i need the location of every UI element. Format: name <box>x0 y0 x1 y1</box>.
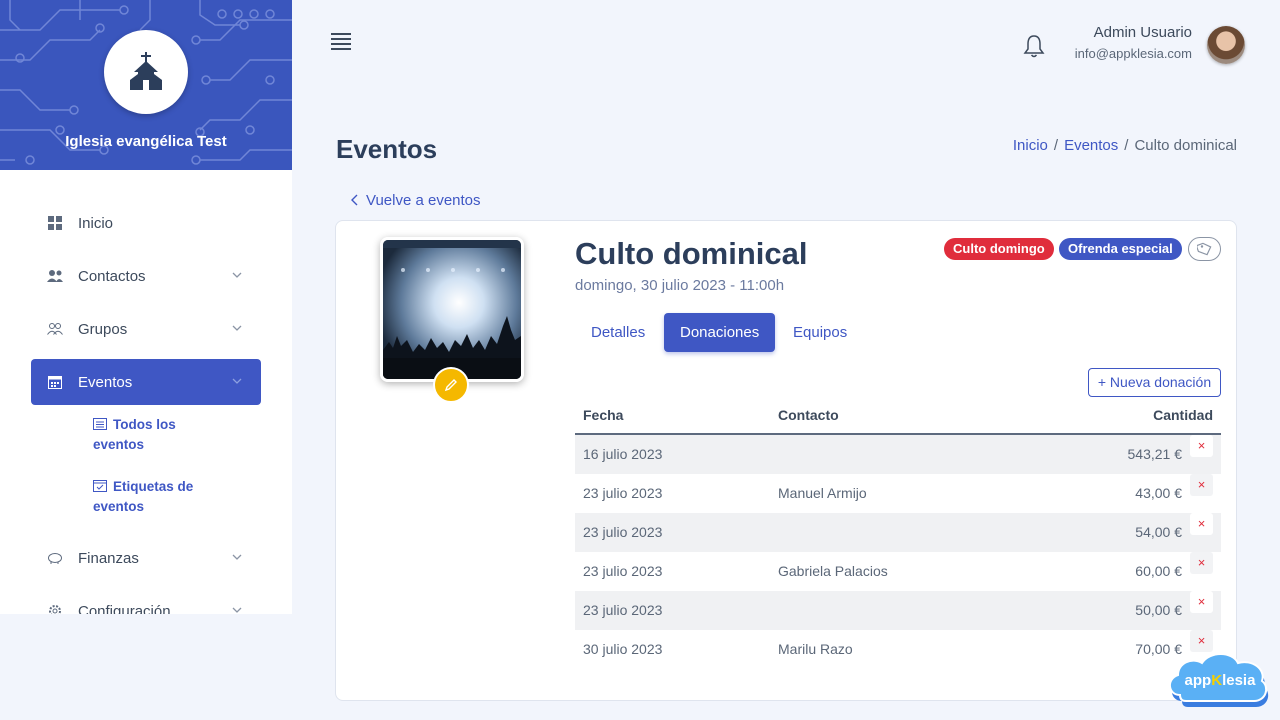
breadcrumb-inicio[interactable]: Inicio <box>1013 137 1048 154</box>
event-image <box>380 237 524 382</box>
church-icon <box>130 52 162 90</box>
piggy-bank-icon <box>47 550 63 566</box>
event-date: domingo, 30 julio 2023 - 11:00h <box>575 277 785 294</box>
group-icon <box>47 321 63 337</box>
delete-donation-button[interactable]: × <box>1190 552 1213 574</box>
table-row[interactable]: 23 julio 2023 50,00 € × <box>575 591 1221 630</box>
gear-icon <box>47 603 63 614</box>
header-fecha[interactable]: Fecha <box>583 396 623 435</box>
breadcrumb-current: Culto dominical <box>1134 137 1237 154</box>
user-email: info@appklesia.com <box>1074 46 1192 61</box>
breadcrumb: Inicio / Eventos / Culto dominical <box>1012 137 1237 154</box>
sidebar-item-label: Contactos <box>78 267 146 285</box>
tag-ofrenda-especial[interactable]: Ofrenda especial <box>1059 238 1182 260</box>
sidebar-item-label: Configuración <box>78 602 171 615</box>
subitem-etiquetas-de-eventos[interactable]: Etiquetas de eventos <box>93 477 223 517</box>
page-title: Eventos <box>336 134 438 164</box>
header-cantidad[interactable]: Cantidad <box>1153 396 1213 435</box>
cell-amount: 43,00 € <box>1135 485 1182 501</box>
bell-icon[interactable] <box>1023 33 1045 59</box>
delete-donation-button[interactable]: × <box>1190 630 1213 652</box>
table-row[interactable]: 23 julio 2023 54,00 € × <box>575 513 1221 552</box>
cell-date: 23 julio 2023 <box>583 485 663 501</box>
table-header: Fecha Contacto Cantidad <box>575 396 1221 435</box>
sidebar-item-finanzas[interactable]: Finanzas <box>31 535 261 581</box>
cell-amount: 50,00 € <box>1135 602 1182 618</box>
subitem-todos-los-eventos[interactable]: Todos los eventos <box>93 415 223 455</box>
donations-table: Fecha Contacto Cantidad 16 julio 2023 54… <box>575 396 1221 669</box>
breadcrumb-eventos[interactable]: Eventos <box>1064 137 1118 154</box>
edit-image-button[interactable] <box>433 367 469 403</box>
sidebar-header: Iglesia evangélica Test <box>0 0 292 170</box>
table-row[interactable]: 16 julio 2023 543,21 € × <box>575 435 1221 474</box>
chevron-down-icon <box>232 325 242 331</box>
sidebar-item-configuracion[interactable]: Configuración <box>31 588 261 614</box>
calendar-check-icon <box>93 480 107 492</box>
cell-contact: Gabriela Palacios <box>778 563 888 579</box>
svg-text:appKlesia: appKlesia <box>1185 672 1257 689</box>
cell-date: 23 julio 2023 <box>583 602 663 618</box>
grid-icon <box>47 215 63 231</box>
delete-donation-button[interactable]: × <box>1190 513 1213 535</box>
new-donation-button[interactable]: + Nueva donación <box>1088 368 1221 397</box>
sidebar-item-inicio[interactable]: Inicio <box>31 200 261 246</box>
back-link-label: Vuelve a eventos <box>366 192 481 209</box>
tab-detalles[interactable]: Detalles <box>575 313 661 352</box>
cell-amount: 543,21 € <box>1127 446 1183 462</box>
cell-contact: Manuel Armijo <box>778 485 867 501</box>
appklesia-logo[interactable]: appKlesia <box>1168 651 1272 709</box>
table-row[interactable]: 23 julio 2023 Gabriela Palacios 60,00 € … <box>575 552 1221 591</box>
subitem-label: Etiquetas de eventos <box>93 479 194 514</box>
tag-culto-domingo[interactable]: Culto domingo <box>944 238 1054 260</box>
chevron-left-icon <box>351 194 358 206</box>
chevron-down-icon <box>232 554 242 560</box>
calendar-icon <box>47 374 63 390</box>
cell-contact: Marilu Razo <box>778 641 853 657</box>
cell-date: 16 julio 2023 <box>583 446 663 462</box>
sidebar-item-eventos[interactable]: Eventos <box>31 359 261 405</box>
chevron-down-icon <box>232 378 242 384</box>
sidebar-item-grupos[interactable]: Grupos <box>31 306 261 352</box>
tab-equipos[interactable]: Equipos <box>777 313 863 352</box>
header-contacto[interactable]: Contacto <box>778 396 839 435</box>
user-name[interactable]: Admin Usuario <box>1094 24 1192 41</box>
table-row[interactable]: 30 julio 2023 Marilu Razo 70,00 € × <box>575 630 1221 669</box>
delete-donation-button[interactable]: × <box>1190 435 1213 457</box>
delete-donation-button[interactable]: × <box>1190 474 1213 496</box>
table-row[interactable]: 23 julio 2023 Manuel Armijo 43,00 € × <box>575 474 1221 513</box>
manage-tags-button[interactable] <box>1188 237 1221 261</box>
cell-date: 23 julio 2023 <box>583 524 663 540</box>
church-logo[interactable] <box>104 30 188 114</box>
sidebar: Iglesia evangélica Test Inicio Contactos… <box>0 0 292 614</box>
menu-toggle-icon[interactable] <box>331 33 351 51</box>
back-to-events-link[interactable]: Vuelve a eventos <box>350 192 481 209</box>
sidebar-item-label: Inicio <box>78 214 114 232</box>
tag-icon <box>1196 242 1211 256</box>
avatar[interactable] <box>1207 26 1245 64</box>
event-title: Culto dominical <box>575 236 808 271</box>
calendar-list-icon <box>93 418 107 430</box>
cell-amount: 54,00 € <box>1135 524 1182 540</box>
tab-donaciones[interactable]: Donaciones <box>664 313 776 352</box>
sidebar-item-label: Grupos <box>78 320 128 338</box>
sidebar-item-label: Eventos <box>78 373 133 391</box>
church-name: Iglesia evangélica Test <box>65 133 227 150</box>
cell-date: 30 julio 2023 <box>583 641 663 657</box>
chevron-down-icon <box>232 272 242 278</box>
users-icon <box>47 268 63 284</box>
pencil-icon <box>444 379 457 392</box>
cell-amount: 60,00 € <box>1135 563 1182 579</box>
sidebar-item-label: Finanzas <box>78 549 139 567</box>
cell-date: 23 julio 2023 <box>583 563 663 579</box>
sidebar-item-contactos[interactable]: Contactos <box>31 253 261 299</box>
chevron-down-icon <box>232 607 242 613</box>
delete-donation-button[interactable]: × <box>1190 591 1213 613</box>
